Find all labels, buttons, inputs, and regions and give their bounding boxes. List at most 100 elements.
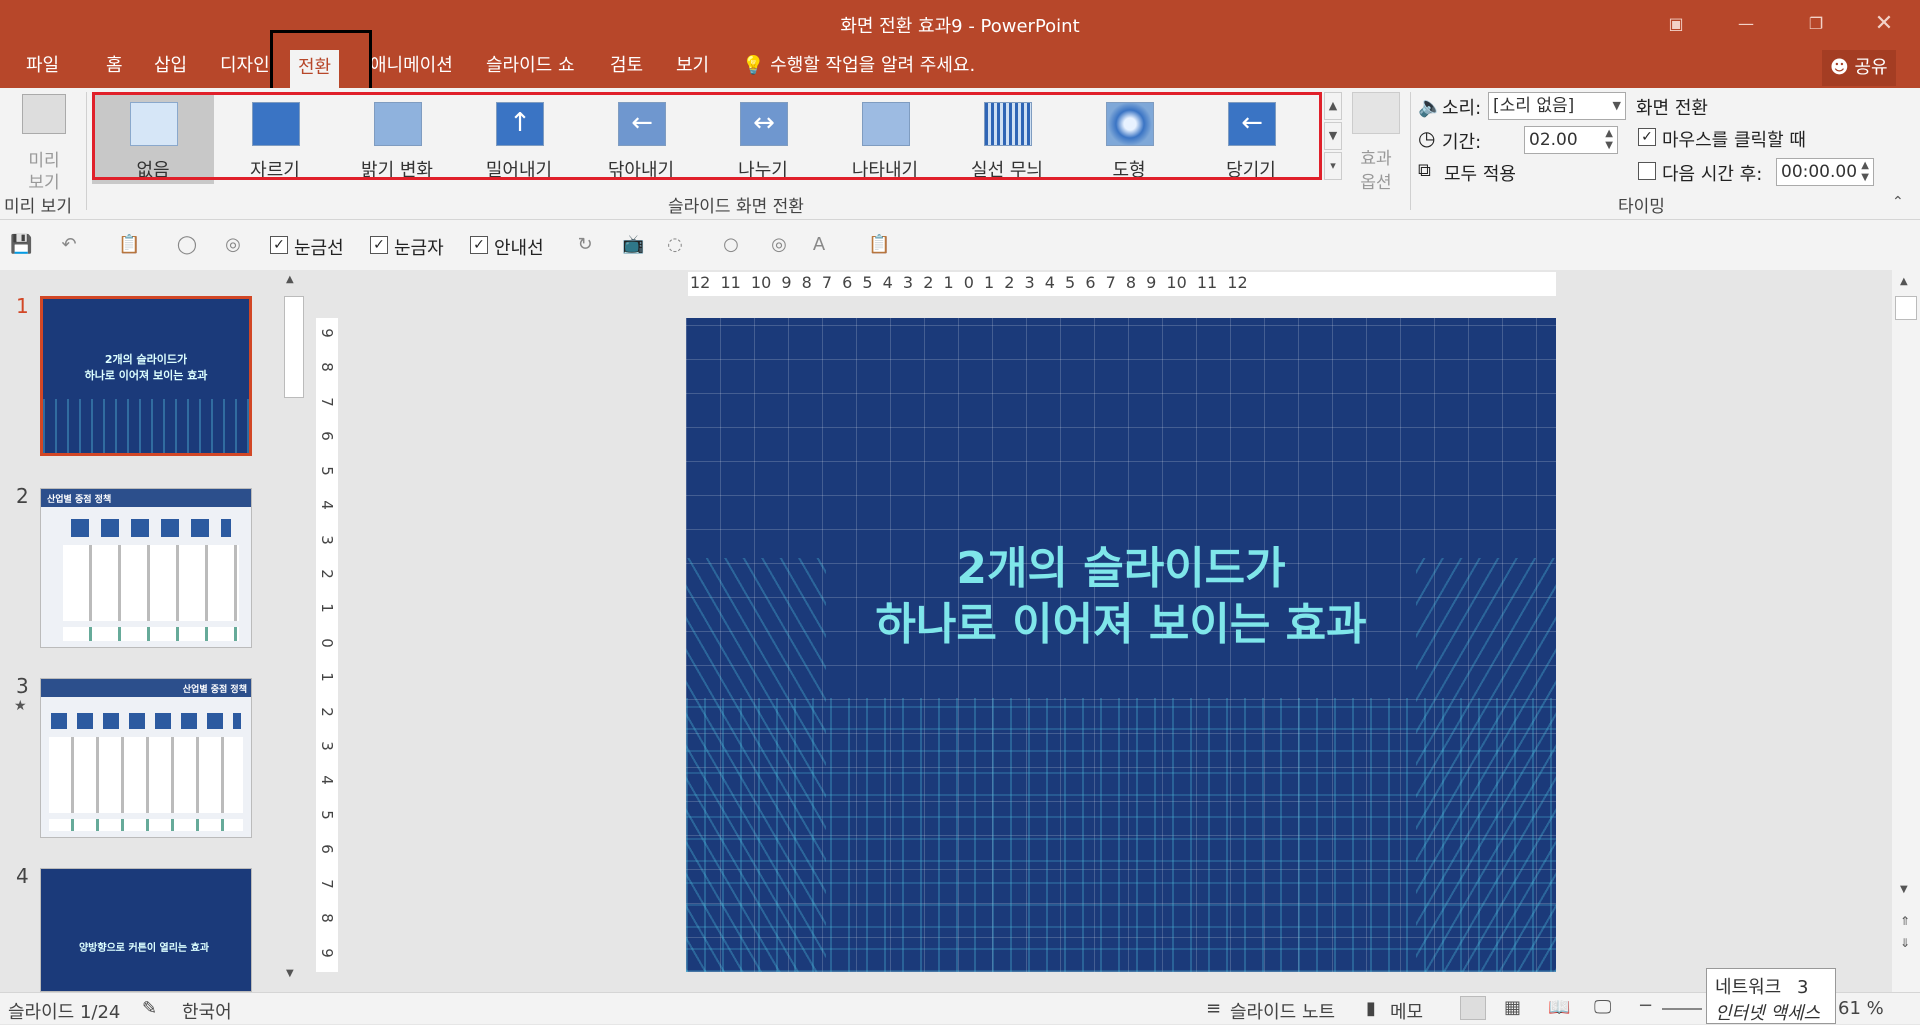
shapes-icon[interactable]: ◯ (176, 234, 198, 256)
spellcheck-icon[interactable]: ✎ (142, 998, 157, 1019)
effect-options-button[interactable]: 효과 옵션 (1346, 92, 1406, 193)
vertical-ruler-label: 5 (318, 810, 336, 820)
zoom-out-icon[interactable]: − (1638, 995, 1653, 1016)
minimize-button[interactable]: — (1718, 0, 1774, 46)
speaker-icon: 🔈 (1418, 94, 1443, 118)
slide-number: 1 (16, 294, 29, 318)
save-icon[interactable]: 💾 (10, 234, 32, 256)
spin-down-icon[interactable]: ▼ (1605, 133, 1613, 159)
tab-slideshow[interactable]: 슬라이드 쇼 (478, 48, 583, 88)
gallery-more-icon[interactable]: ▾ (1324, 152, 1342, 180)
close-button[interactable]: ✕ (1856, 0, 1912, 46)
slide-sorter-icon[interactable]: ▦ (1504, 997, 1521, 1018)
tab-view[interactable]: 보기 (668, 48, 717, 88)
previous-slide-icon[interactable]: ⇑ (1900, 914, 1910, 928)
sound-value: [소리 없음] (1493, 96, 1575, 116)
ribbon-display-options-icon[interactable]: ▣ (1648, 0, 1704, 46)
comments-button[interactable]: 메모 (1390, 998, 1423, 1024)
tab-design[interactable]: 디자인 (212, 48, 278, 88)
group-icon[interactable]: ◎ (222, 234, 244, 256)
tab-insert[interactable]: 삽입 (146, 48, 195, 88)
gallery-scroll-up-icon[interactable]: ▲ (1324, 92, 1342, 120)
chevron-down-icon: ▼ (1612, 99, 1621, 112)
vertical-ruler-label: 9 (318, 947, 336, 958)
spin-down-icon[interactable]: ▼ (1861, 165, 1869, 191)
paste-icon[interactable]: 📋 (118, 234, 140, 256)
language-indicator[interactable]: 한국어 (182, 998, 232, 1024)
reading-view-icon[interactable]: 📖 (1548, 997, 1570, 1018)
gallery-scroll-down-icon[interactable]: ▼ (1324, 122, 1342, 150)
editor-scrollbar[interactable]: ▲ ▼ ⇑ ⇓ (1892, 270, 1920, 992)
normal-view-icon[interactable] (1460, 996, 1486, 1020)
thumb-hex-row (71, 519, 231, 537)
guides-checkbox[interactable]: ✓ (470, 236, 488, 254)
scroll-thumb[interactable] (284, 296, 304, 398)
main-slide[interactable]: 2개의 슬라이드가 하나로 이어져 보이는 효과 (686, 318, 1556, 972)
slide-thumbnail-2[interactable]: 산업별 중점 정책 (40, 488, 252, 648)
shape-fill-icon[interactable]: ◌ (664, 234, 686, 256)
horizontal-ruler: 12 11 10 9 8 7 6 5 4 3 2 1 0 1 2 3 4 5 6… (688, 272, 1556, 296)
gridlines-checkbox[interactable]: ✓ (270, 236, 288, 254)
slide-number: 3 (16, 674, 29, 698)
vertical-ruler-label: 0 (318, 638, 336, 648)
undo-icon[interactable]: ↶ (58, 234, 80, 256)
slide-number: 4 (16, 864, 29, 888)
slide-title-line1[interactable]: 2개의 슬라이드가 (686, 532, 1556, 596)
after-time-spinner[interactable]: 00:00.00 ▲ ▼ (1776, 158, 1874, 186)
slide-number: 2 (16, 484, 29, 508)
effect-options-label-2: 옵션 (1360, 173, 1392, 193)
zoom-slider[interactable] (1662, 1008, 1702, 1010)
lightbulb-icon: 💡 (742, 55, 765, 76)
text-effects-icon[interactable]: A (808, 234, 830, 256)
slide-thumbnail-1[interactable]: 2개의 슬라이드가 하나로 이어져 보이는 효과 (40, 296, 252, 456)
merge-shapes-icon[interactable]: ○ (720, 234, 742, 256)
sound-dropdown[interactable]: [소리 없음] ▼ (1488, 92, 1626, 120)
person-icon: ☻ (1830, 57, 1849, 78)
clipboard-icon[interactable]: 📋 (868, 234, 890, 256)
vertical-ruler-label: 6 (318, 431, 336, 442)
on-click-checkbox[interactable]: ✓ (1638, 128, 1656, 146)
thumb-title-line2: 하나로 이어져 보이는 효과 (84, 369, 208, 382)
scroll-up-icon[interactable]: ▲ (286, 274, 294, 285)
next-slide-icon[interactable]: ⇓ (1900, 936, 1910, 950)
vertical-ruler-label: 1 (318, 603, 336, 614)
after-checkbox[interactable] (1638, 162, 1656, 180)
after-label: 다음 시간 후: (1662, 164, 1763, 185)
after-value: 00:00.00 (1781, 162, 1858, 182)
tab-home[interactable]: 홈 (98, 48, 131, 88)
scroll-down-icon[interactable]: ▼ (286, 968, 294, 979)
scroll-up-icon[interactable]: ▲ (1900, 276, 1908, 287)
vertical-ruler-label: 7 (318, 878, 336, 889)
apply-all-button[interactable]: 모두 적용 (1444, 160, 1516, 186)
ruler-checkbox[interactable]: ✓ (370, 236, 388, 254)
tell-me-box[interactable]: 💡 수행할 작업을 알려 주세요. (734, 48, 983, 88)
tooltip-line1: 네트워크 3 (1715, 973, 1827, 999)
scroll-thumb[interactable] (1895, 296, 1917, 320)
animation-star-icon: ★ (14, 698, 27, 714)
slideshow-icon[interactable]: 🖵 (1594, 997, 1611, 1018)
slide-title-line2[interactable]: 하나로 이어져 보이는 효과 (686, 588, 1556, 652)
tab-review[interactable]: 검토 (602, 48, 651, 88)
status-bar: 슬라이드 1/24 ✎ 한국어 ≡ 슬라이드 노트 ▮ 메모 ▦ 📖 🖵 − 6… (0, 992, 1920, 1024)
share-button[interactable]: ☻ 공유 (1822, 50, 1896, 86)
thumb-footer-row (49, 819, 243, 831)
tab-animations[interactable]: 애니메이션 (362, 48, 461, 88)
rotate-icon[interactable]: ↻ (574, 234, 596, 256)
slide-thumbnail-3[interactable]: 산업별 중점 정책 (40, 678, 252, 838)
tab-file[interactable]: 파일 (18, 48, 67, 88)
intersect-icon[interactable]: ◎ (768, 234, 790, 256)
collapse-ribbon-icon[interactable]: ⌃ (1892, 194, 1904, 210)
advance-slide-title: 화면 전환 (1636, 98, 1708, 119)
restore-button[interactable]: ❐ (1788, 0, 1844, 46)
thumbnail-scrollbar[interactable]: ▲ ▼ (282, 270, 306, 992)
tooltip-count: 3 (1796, 977, 1809, 998)
tell-me-text: 수행할 작업을 알려 주세요. (770, 55, 976, 76)
zoom-level[interactable]: 61 % (1838, 998, 1884, 1019)
quick-access-toolbar: 💾 ↶ 📋 ◯ ◎ ✓ 눈금선 ✓ 눈금자 ✓ 안내선 ↻ 📺 ◌ ○ ◎ A … (0, 220, 1920, 270)
presenter-icon[interactable]: 📺 (622, 234, 644, 256)
slide-thumbnail-4[interactable]: 양방향으로 커튼이 열리는 효과 (40, 868, 252, 992)
preview-button[interactable]: 미리 보기 (14, 94, 74, 193)
notes-button[interactable]: 슬라이드 노트 (1230, 998, 1335, 1024)
scroll-down-icon[interactable]: ▼ (1900, 884, 1908, 895)
duration-spinner[interactable]: 02.00 ▲ ▼ (1524, 126, 1618, 154)
